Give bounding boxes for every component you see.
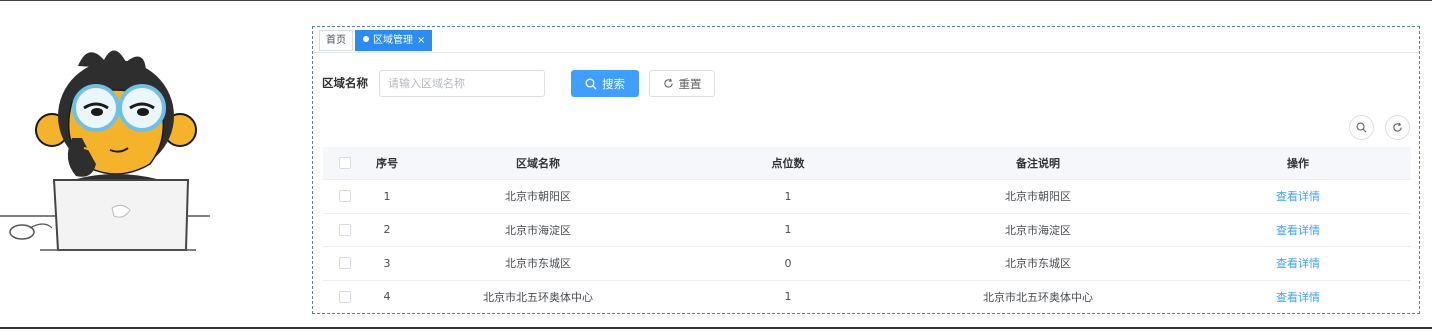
app-screenshot-frame: 首页 区域管理 × 区域名称 搜索 重置: [312, 26, 1420, 314]
row-actions-cell: 查看详情: [1203, 247, 1393, 280]
tab-region-management[interactable]: 区域管理 ×: [355, 30, 433, 51]
view-details-link[interactable]: 查看详情: [1276, 289, 1320, 305]
header-remark: 备注说明: [1016, 157, 1060, 170]
search-icon: [585, 78, 597, 89]
row-index: 1: [383, 189, 391, 203]
toolbar-search-toggle-button[interactable]: [1349, 115, 1374, 140]
row-point-count: 0: [784, 256, 792, 270]
row-select-cell: [333, 247, 357, 280]
view-details-link[interactable]: 查看详情: [1276, 222, 1320, 238]
tab-bar: 首页 区域管理 ×: [313, 27, 1419, 53]
row-index: 2: [383, 223, 391, 237]
table-row: 2 北京市海淀区 1 北京市海淀区 查看详情: [323, 214, 1411, 247]
row-actions-cell: 查看详情: [1203, 214, 1393, 247]
bottom-rule: [0, 327, 1432, 329]
row-checkbox[interactable]: [339, 257, 351, 270]
row-remark: 北京市海淀区: [1005, 223, 1071, 237]
tab-region-management-label: 区域管理: [373, 35, 413, 46]
reset-button[interactable]: 重置: [649, 70, 715, 97]
top-rule: [0, 0, 1432, 1]
row-point-count: 1: [784, 189, 792, 203]
row-checkbox[interactable]: [339, 190, 351, 203]
row-checkbox[interactable]: [339, 223, 351, 236]
row-remark: 北京市北五环奥体中心: [983, 290, 1093, 304]
row-region-name: 北京市东城区: [505, 257, 571, 271]
row-checkbox[interactable]: [339, 290, 351, 303]
region-name-input[interactable]: [379, 70, 545, 97]
row-actions-cell: 查看详情: [1203, 281, 1393, 314]
row-select-cell: [333, 281, 357, 314]
monkey-mascot-illustration: [0, 50, 210, 251]
tab-home-label: 首页: [326, 35, 346, 46]
active-dot-icon: [363, 36, 369, 42]
row-actions-cell: 查看详情: [1203, 180, 1393, 213]
search-button[interactable]: 搜索: [571, 70, 639, 97]
row-point-count: 1: [784, 290, 792, 304]
table-row: 3 北京市东城区 0 北京市东城区 查看详情: [323, 247, 1411, 281]
view-details-link[interactable]: 查看详情: [1276, 255, 1320, 271]
header-index: 序号: [376, 157, 398, 170]
refresh-icon: [1393, 122, 1402, 132]
row-select-cell: [333, 180, 357, 213]
header-point-count: 点位数: [771, 157, 805, 170]
region-table: 序号 区域名称 点位数 备注说明 操作 1 北京市朝阳区 1 北京市朝阳区 查看…: [323, 147, 1411, 314]
row-region-name: 北京市北五环奥体中心: [483, 290, 593, 304]
row-remark: 北京市朝阳区: [1005, 190, 1071, 204]
header-actions: 操作: [1287, 157, 1309, 170]
row-index: 4: [383, 290, 391, 304]
table-row: 4 北京市北五环奥体中心 1 北京市北五环奥体中心 查看详情: [323, 281, 1411, 314]
row-select-cell: [333, 214, 357, 247]
select-all-cell: [333, 147, 357, 179]
table-row: 1 北京市朝阳区 1 北京市朝阳区 查看详情: [323, 180, 1411, 214]
view-details-link[interactable]: 查看详情: [1276, 188, 1320, 204]
row-index: 3: [383, 256, 391, 270]
row-region-name: 北京市海淀区: [505, 223, 571, 237]
search-button-label: 搜索: [602, 76, 625, 91]
table-header-row: 序号 区域名称 点位数 备注说明 操作: [323, 147, 1411, 180]
tab-home[interactable]: 首页: [319, 30, 353, 51]
reset-button-label: 重置: [678, 76, 702, 91]
row-remark: 北京市东城区: [1005, 257, 1071, 271]
search-icon: [1356, 122, 1367, 133]
toolbar-refresh-button[interactable]: [1385, 115, 1410, 140]
refresh-icon: [663, 78, 673, 88]
row-region-name: 北京市朝阳区: [505, 190, 571, 204]
header-region-name: 区域名称: [516, 157, 560, 170]
row-point-count: 1: [784, 223, 792, 237]
select-all-checkbox[interactable]: [339, 157, 351, 169]
region-name-label: 区域名称: [322, 76, 368, 90]
close-icon[interactable]: ×: [417, 35, 425, 46]
